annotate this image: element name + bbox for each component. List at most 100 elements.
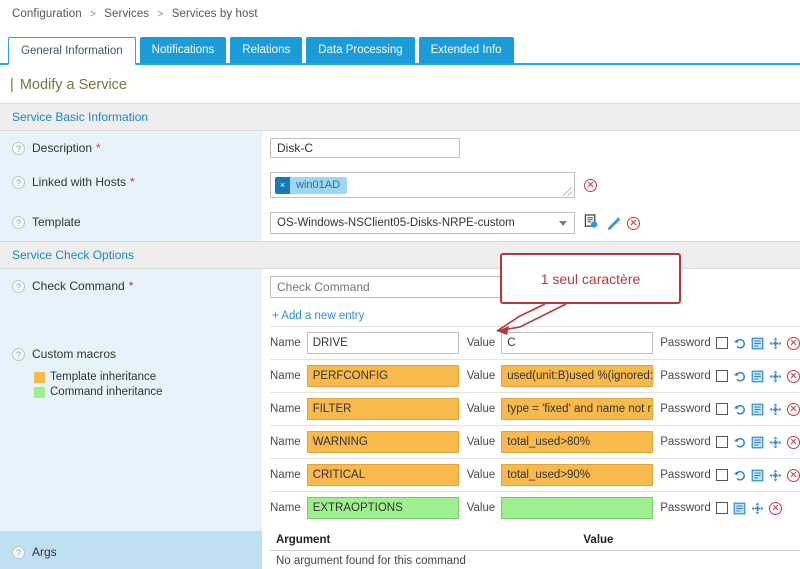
resize-handle-icon[interactable] xyxy=(563,187,572,196)
delete-macro-icon[interactable] xyxy=(769,502,782,515)
tab-relations[interactable]: Relations xyxy=(230,37,302,63)
macro-value-input[interactable]: total_used>90% xyxy=(501,464,653,486)
edit-template-icon[interactable] xyxy=(606,216,620,230)
tab-data-processing[interactable]: Data Processing xyxy=(306,37,414,63)
legend-label-template: Template inheritance xyxy=(50,370,156,385)
password-checkbox[interactable] xyxy=(716,436,728,448)
macro-name-input[interactable]: CRITICAL xyxy=(307,464,459,486)
annotation-text: 1 seul caractère xyxy=(541,271,641,287)
macro-name-input[interactable]: DRIVE xyxy=(307,332,459,354)
move-handle-icon[interactable] xyxy=(769,403,782,416)
delete-macro-icon[interactable] xyxy=(787,337,800,350)
macro-list: Name DRIVE Value C Password xyxy=(270,326,800,524)
macro-password-label: Password xyxy=(653,436,716,448)
move-handle-icon[interactable] xyxy=(769,370,782,383)
section-header-basic: Service Basic Information xyxy=(0,103,800,131)
password-checkbox[interactable] xyxy=(716,370,728,382)
help-icon[interactable]: ? xyxy=(12,546,25,559)
macro-value-input[interactable]: used(unit:B)used %(ignored:true) xyxy=(501,365,653,387)
tab-general-information[interactable]: General Information xyxy=(8,37,136,65)
macro-name-label: Name xyxy=(270,403,307,415)
description-icon[interactable] xyxy=(751,337,764,350)
password-checkbox[interactable] xyxy=(716,469,728,481)
macro-password-label: Password xyxy=(653,502,716,514)
tab-bar: General InformationNotificationsRelation… xyxy=(0,37,800,65)
undo-icon[interactable] xyxy=(733,436,746,449)
label-custom-macros: Custom macros xyxy=(32,347,116,361)
description-icon[interactable] xyxy=(751,469,764,482)
description-icon[interactable] xyxy=(733,502,746,515)
move-handle-icon[interactable] xyxy=(769,337,782,350)
required-marker: * xyxy=(129,279,134,293)
clear-hosts-icon[interactable] xyxy=(584,179,597,192)
breadcrumb: Configuration > Services > Services by h… xyxy=(0,0,800,20)
macro-row: Name PERFCONFIG Value used(unit:B)used %… xyxy=(270,359,800,392)
legend-swatch-command xyxy=(34,387,45,398)
undo-icon[interactable] xyxy=(733,337,746,350)
macro-value-input[interactable]: C xyxy=(501,332,653,354)
macro-name-label: Name xyxy=(270,436,307,448)
delete-template-icon[interactable] xyxy=(627,217,640,230)
host-token: × win01AD xyxy=(275,177,347,194)
add-new-entry-link[interactable]: + Add a new entry xyxy=(270,305,364,326)
breadcrumb-item-0[interactable]: Configuration xyxy=(12,8,82,20)
host-token-label: win01AD xyxy=(290,179,347,191)
column-header-value: Value xyxy=(577,531,800,551)
move-handle-icon[interactable] xyxy=(769,436,782,449)
macro-name-input[interactable]: PERFCONFIG xyxy=(307,365,459,387)
macro-actions xyxy=(716,403,800,416)
args-empty-message: No argument found for this command xyxy=(270,551,800,569)
macro-value-label: Value xyxy=(459,337,502,349)
undo-icon[interactable] xyxy=(733,403,746,416)
description-icon[interactable] xyxy=(751,370,764,383)
move-handle-icon[interactable] xyxy=(751,502,764,515)
description-icon[interactable] xyxy=(751,403,764,416)
macro-value-label: Value xyxy=(459,436,502,448)
macro-actions xyxy=(716,436,800,449)
help-icon[interactable]: ? xyxy=(12,142,25,155)
linked-hosts-token-input[interactable]: × win01AD xyxy=(270,172,575,198)
chevron-down-icon[interactable] xyxy=(559,221,567,226)
tab-extended-info[interactable]: Extended Info xyxy=(419,37,514,63)
help-icon[interactable]: ? xyxy=(12,348,25,361)
macro-name-input[interactable]: WARNING xyxy=(307,431,459,453)
required-marker: * xyxy=(130,175,135,189)
help-icon[interactable]: ? xyxy=(12,216,25,229)
duplicate-template-icon[interactable] xyxy=(584,214,599,232)
delete-macro-icon[interactable] xyxy=(787,469,800,482)
macro-value-label: Value xyxy=(459,403,502,415)
password-checkbox[interactable] xyxy=(716,403,728,415)
field-input-cell-linked-hosts: × win01AD xyxy=(262,165,800,205)
description-icon[interactable] xyxy=(751,436,764,449)
password-checkbox[interactable] xyxy=(716,502,728,514)
field-label-cell-args: ? Args xyxy=(0,531,262,569)
undo-icon[interactable] xyxy=(733,370,746,383)
breadcrumb-item-1[interactable]: Services xyxy=(104,8,149,20)
macro-row: Name WARNING Value total_used>80% Passwo… xyxy=(270,425,800,458)
delete-macro-icon[interactable] xyxy=(787,403,800,416)
macro-value-label: Value xyxy=(459,370,502,382)
tab-notifications[interactable]: Notifications xyxy=(140,37,227,63)
remove-token-icon[interactable]: × xyxy=(275,177,290,194)
macro-value-input[interactable]: type = 'fixed' and name not regexp xyxy=(501,398,653,420)
field-label-cell-custom-macros: ? Custom macros Template inheritance Com… xyxy=(0,305,262,531)
page-title: | Modify a Service xyxy=(0,65,800,103)
macro-name-input[interactable]: FILTER xyxy=(307,398,459,420)
delete-macro-icon[interactable] xyxy=(787,436,800,449)
template-select[interactable]: OS-Windows-NSClient05-Disks-NRPE-custom xyxy=(270,212,575,234)
help-icon[interactable]: ? xyxy=(12,280,25,293)
breadcrumb-item-2[interactable]: Services by host xyxy=(172,8,258,20)
macro-value-input[interactable] xyxy=(501,497,653,519)
delete-macro-icon[interactable] xyxy=(787,370,800,383)
label-template: Template xyxy=(32,215,81,229)
macro-password-label: Password xyxy=(653,370,716,382)
undo-icon[interactable] xyxy=(733,469,746,482)
table-row: No argument found for this command xyxy=(270,551,800,569)
help-icon[interactable]: ? xyxy=(12,176,25,189)
field-input-cell-description xyxy=(262,131,800,165)
description-input[interactable] xyxy=(270,138,460,158)
macro-name-input[interactable]: EXTRAOPTIONS xyxy=(307,497,459,519)
password-checkbox[interactable] xyxy=(716,337,728,349)
macro-value-input[interactable]: total_used>80% xyxy=(501,431,653,453)
move-handle-icon[interactable] xyxy=(769,469,782,482)
